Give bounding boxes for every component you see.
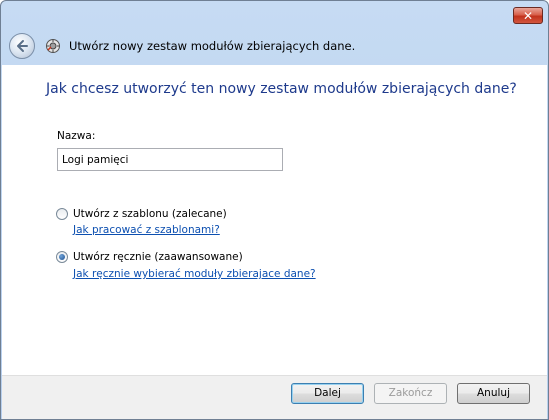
close-button[interactable]: ✕ [513, 7, 543, 24]
wizard-window: ✕ Utwórz nowy zestaw modułów zbierającyc… [0, 0, 549, 420]
wizard-title: Utwórz nowy zestaw modułów zbierających … [69, 39, 356, 53]
wizard-content: Jak chcesz utworzyć ten nowy zestaw modu… [2, 65, 547, 375]
next-button[interactable]: Dalej [291, 383, 364, 404]
manual-radio[interactable] [56, 251, 68, 263]
name-input[interactable] [57, 148, 283, 171]
data-collector-icon [45, 38, 61, 54]
finish-button[interactable]: Zakończ [374, 383, 447, 404]
template-option[interactable]: Utwórz z szablonu (zalecane) [56, 208, 227, 220]
manual-option-label: Utwórz ręcznie (zaawansowane) [73, 251, 243, 263]
name-label: Nazwa: [57, 130, 96, 142]
wizard-header: Utwórz nowy zestaw modułów zbierających … [1, 31, 548, 65]
manual-option[interactable]: Utwórz ręcznie (zaawansowane) [56, 251, 243, 263]
template-radio[interactable] [56, 208, 68, 220]
back-button[interactable] [9, 33, 35, 59]
title-bar: ✕ [1, 1, 548, 31]
cancel-button[interactable]: Anuluj [457, 383, 530, 404]
manual-help-link[interactable]: Jak ręcznie wybierać moduły zbierajace d… [73, 268, 316, 280]
wizard-footer: Dalej Zakończ Anuluj [2, 375, 547, 419]
page-heading: Jak chcesz utworzyć ten nowy zestaw modu… [46, 81, 517, 97]
templates-help-link[interactable]: Jak pracować z szablonami? [73, 224, 220, 236]
template-option-label: Utwórz z szablonu (zalecane) [73, 208, 227, 220]
